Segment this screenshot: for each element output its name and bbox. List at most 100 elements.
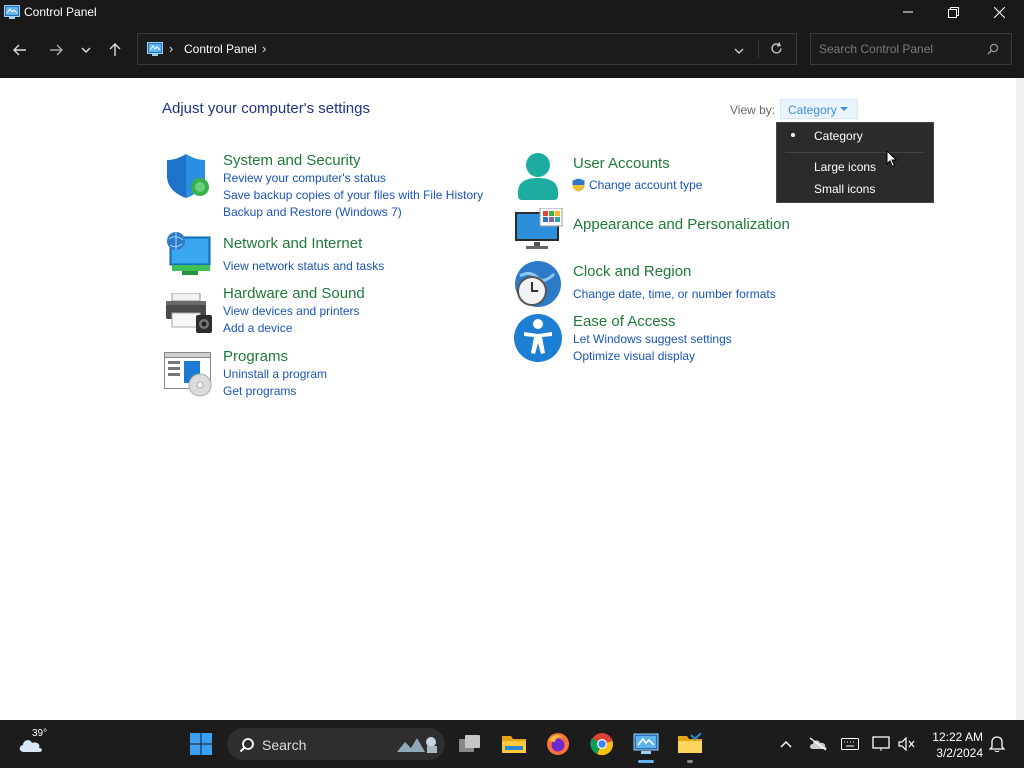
forward-arrow-icon [50, 44, 63, 56]
printer-icon [164, 292, 212, 338]
breadcrumb-chevron-icon[interactable]: › [169, 41, 173, 56]
recent-locations-button[interactable] [74, 38, 98, 62]
add-device-link[interactable]: Add a device [223, 321, 292, 335]
control-panel-icon [633, 733, 659, 754]
ease-of-access-title[interactable]: Ease of Access [573, 313, 676, 330]
minimize-button[interactable] [885, 0, 931, 24]
change-account-type-link[interactable]: Change account type [589, 178, 702, 192]
menu-item-category[interactable]: Category [814, 129, 863, 143]
system-and-security-title[interactable]: System and Security [223, 152, 361, 169]
shield-icon [164, 152, 210, 203]
up-arrow-icon [109, 43, 121, 56]
get-programs-link[interactable]: Get programs [223, 384, 296, 398]
search-icon [987, 43, 999, 58]
back-button[interactable] [8, 38, 32, 62]
user-accounts-title[interactable]: User Accounts [573, 155, 670, 172]
volume-button[interactable] [893, 730, 921, 758]
keyboard-button[interactable] [836, 730, 864, 758]
programs-title[interactable]: Programs [223, 348, 288, 365]
view-by-dropdown[interactable]: Category [780, 99, 858, 119]
cloud-off-icon [809, 737, 827, 751]
appearance-icon [514, 207, 564, 253]
breadcrumb-chevron-icon[interactable]: › [262, 41, 266, 56]
menu-item-large-icons[interactable]: Large icons [814, 160, 876, 174]
file-explorer-icon [678, 733, 702, 753]
appearance-title[interactable]: Appearance and Personalization [573, 216, 790, 233]
minimize-icon [903, 11, 913, 13]
date-time-formats-link[interactable]: Change date, time, or number formats [573, 287, 776, 301]
optimize-display-link[interactable]: Optimize visual display [573, 349, 695, 363]
start-button[interactable] [187, 730, 215, 758]
search-box[interactable] [810, 33, 1012, 65]
page-title: Adjust your computer's settings [162, 100, 370, 117]
chrome-icon [590, 733, 613, 756]
selected-bullet-icon [791, 133, 795, 137]
forward-button[interactable] [44, 38, 68, 62]
devices-printers-link[interactable]: View devices and printers [223, 304, 360, 318]
breadcrumb-control-panel[interactable]: Control Panel [184, 42, 257, 56]
clock-globe-icon [514, 260, 564, 313]
windows-start-icon [190, 733, 212, 755]
up-button[interactable] [103, 38, 127, 62]
maximize-button[interactable] [930, 0, 976, 24]
chevron-up-icon [780, 740, 792, 748]
window-title: Control Panel [24, 5, 97, 19]
search-icon [239, 738, 254, 753]
view-by-value: Category [788, 103, 837, 117]
folder-button[interactable] [676, 730, 704, 758]
review-status-link[interactable]: Review your computer's status [223, 171, 386, 185]
file-explorer-icon [502, 736, 526, 753]
clock-time: 12:22 AM [932, 730, 983, 744]
view-by-label: View by: [730, 103, 776, 117]
taskbar-search-label: Search [262, 737, 307, 753]
address-divider [758, 40, 759, 58]
taskbar-search[interactable]: Search [227, 728, 445, 760]
active-window-indicator [638, 760, 654, 763]
view-by-menu: Category Large icons Small icons [776, 122, 934, 203]
file-explorer-button[interactable] [500, 730, 528, 758]
control-panel-taskbar-button[interactable] [632, 730, 660, 758]
task-view-icon [459, 735, 480, 752]
clock-and-region-title[interactable]: Clock and Region [573, 263, 691, 280]
network-and-internet-title[interactable]: Network and Internet [223, 235, 362, 252]
uninstall-program-link[interactable]: Uninstall a program [223, 367, 327, 381]
address-dropdown-button[interactable] [734, 43, 744, 57]
volume-muted-icon [898, 737, 915, 751]
firefox-icon [547, 733, 569, 755]
control-panel-icon [147, 42, 163, 59]
programs-icon [164, 352, 212, 401]
recent-dropdown-icon [81, 47, 91, 53]
control-panel-icon [4, 5, 20, 22]
backup-restore-link[interactable]: Backup and Restore (Windows 7) [223, 205, 402, 219]
network-button[interactable] [867, 730, 895, 758]
show-hidden-icons-button[interactable] [772, 730, 800, 758]
suggest-settings-link[interactable]: Let Windows suggest settings [573, 332, 732, 346]
onedrive-button[interactable] [804, 730, 832, 758]
running-app-indicator [687, 760, 693, 763]
globe-monitor-icon [164, 231, 212, 280]
user-icon [514, 152, 562, 205]
chrome-button[interactable] [588, 730, 616, 758]
notification-bell-icon [989, 736, 1005, 753]
keyboard-icon [841, 738, 859, 750]
network-status-link[interactable]: View network status and tasks [223, 259, 384, 273]
search-input[interactable] [817, 41, 981, 57]
task-view-button[interactable] [456, 730, 484, 758]
notifications-button[interactable] [983, 730, 1011, 758]
file-history-link[interactable]: Save backup copies of your files with Fi… [223, 188, 483, 202]
chevron-down-icon [734, 48, 744, 54]
ease-of-access-icon [514, 313, 564, 366]
scrollbar[interactable] [1016, 78, 1024, 720]
hardware-and-sound-title[interactable]: Hardware and Sound [223, 285, 365, 302]
system-clock[interactable]: 12:22 AM 3/2/2024 [925, 729, 983, 761]
maximize-icon [947, 6, 959, 18]
menu-separator [785, 152, 925, 153]
close-button[interactable] [976, 0, 1022, 24]
mouse-cursor-icon [886, 149, 898, 171]
firefox-button[interactable] [544, 730, 572, 758]
refresh-button[interactable] [770, 42, 783, 58]
title-bar: Control Panel [0, 0, 1024, 24]
address-bar[interactable]: › Control Panel › [137, 33, 797, 65]
taskbar: 39° Search 12:22 AM 3/2/2024 [0, 720, 1024, 768]
menu-item-small-icons[interactable]: Small icons [814, 182, 875, 196]
